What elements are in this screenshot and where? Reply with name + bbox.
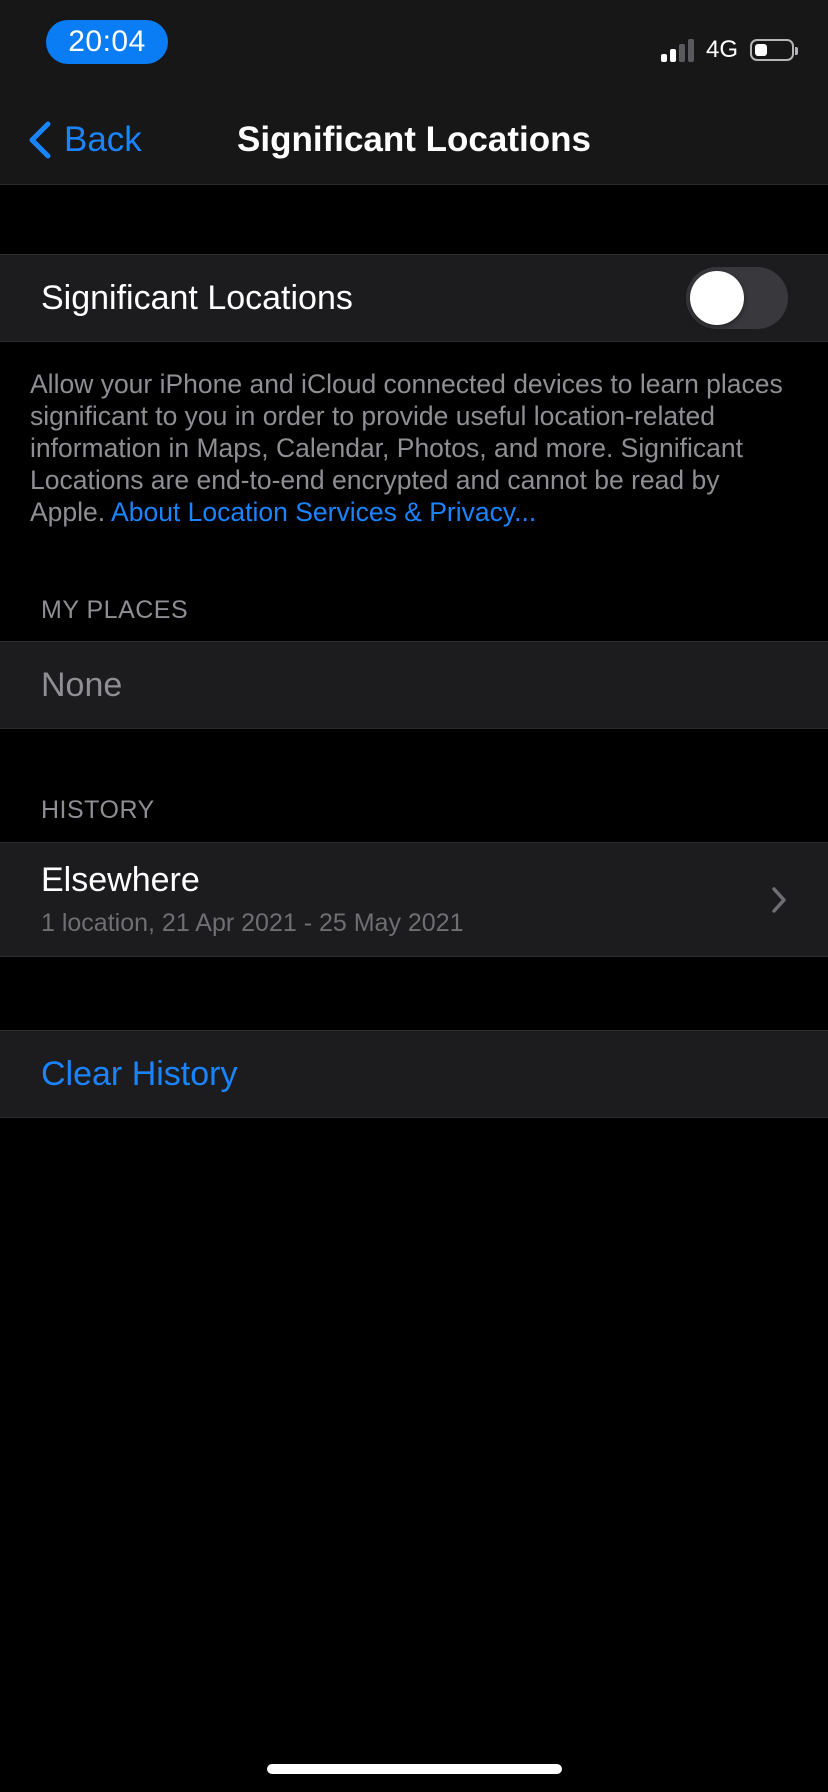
cellular-signal-icon: [660, 38, 694, 62]
significant-locations-label: Significant Locations: [41, 279, 353, 317]
history-item-elsewhere[interactable]: Elsewhere 1 location, 21 Apr 2021 - 25 M…: [0, 842, 828, 957]
privacy-link[interactable]: About Location Services & Privacy...: [111, 497, 536, 527]
status-indicators: 4G: [660, 36, 798, 64]
history-item-title: Elsewhere: [41, 861, 200, 899]
significant-locations-toggle[interactable]: [686, 267, 788, 329]
chevron-right-icon: [772, 887, 786, 913]
history-item-subtitle: 1 location, 21 Apr 2021 - 25 May 2021: [41, 909, 464, 937]
network-type: 4G: [705, 36, 738, 63]
my-places-header: MY PLACES: [41, 596, 189, 624]
status-time[interactable]: 20:04: [46, 20, 168, 64]
significant-locations-description: Allow your iPhone and iCloud connected d…: [30, 368, 800, 528]
toggle-knob: [690, 271, 744, 325]
navigation-header: 20:04 4G Back Significant Locations: [0, 0, 828, 185]
home-indicator[interactable]: [267, 1764, 562, 1774]
significant-locations-cell: Significant Locations: [0, 254, 828, 342]
battery-level: [755, 44, 767, 56]
page-title: Significant Locations: [237, 120, 591, 159]
clear-history-button[interactable]: Clear History: [0, 1030, 828, 1118]
my-places-empty-label: None: [41, 666, 123, 704]
history-header: HISTORY: [41, 796, 155, 824]
clear-history-label: Clear History: [41, 1055, 238, 1093]
battery-icon: [750, 39, 798, 61]
my-places-cell: None: [0, 641, 828, 729]
